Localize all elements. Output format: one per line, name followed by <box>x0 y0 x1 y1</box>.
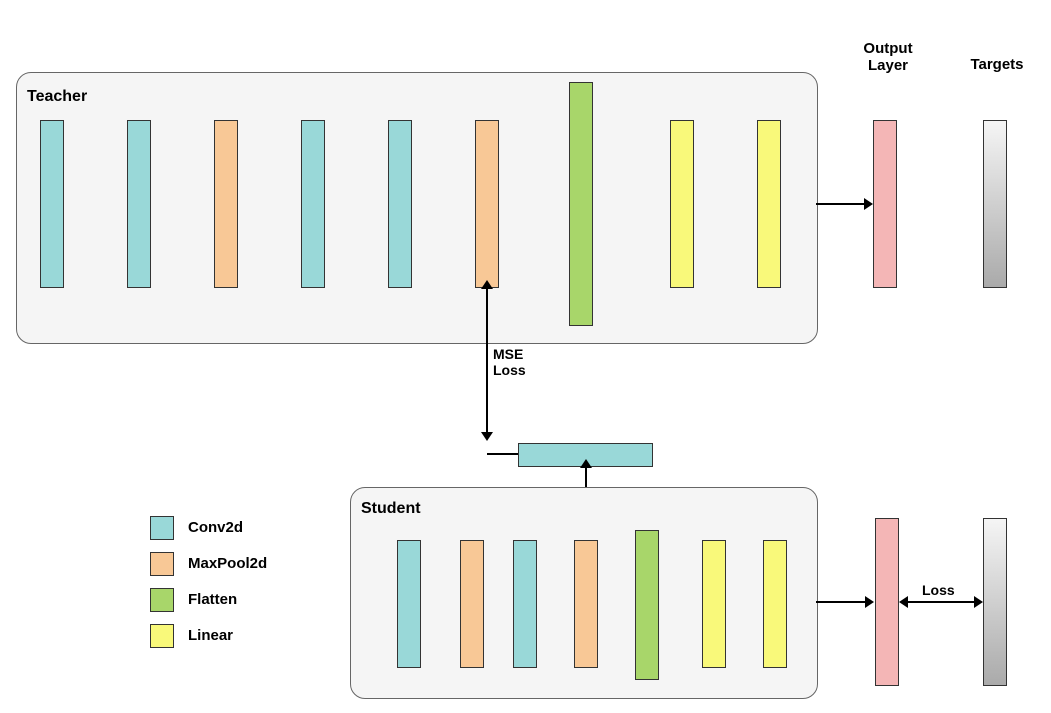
student-layer-conv2d <box>513 540 537 668</box>
teacher-layer-conv2d <box>40 120 64 288</box>
teacher-layer-conv2d <box>301 120 325 288</box>
arrow-head-left-icon <box>899 596 908 608</box>
targets-header: Targets <box>962 56 1032 73</box>
loss-label: Loss <box>920 582 957 598</box>
legend-flatten-swatch <box>150 588 174 612</box>
mse-line-horizontal <box>487 453 518 455</box>
legend-flatten-label: Flatten <box>188 591 237 608</box>
legend-conv2d-swatch <box>150 516 174 540</box>
arrow-head-up-icon <box>580 459 592 468</box>
arrow-head-down-icon <box>481 432 493 441</box>
legend-maxpool2d-label: MaxPool2d <box>188 555 267 572</box>
teacher-layer-linear <box>670 120 694 288</box>
teacher-output-layer <box>873 120 897 288</box>
teacher-layer-flatten <box>569 82 593 326</box>
arrow-head-right-icon <box>974 596 983 608</box>
student-title: Student <box>361 500 421 518</box>
legend-linear-label: Linear <box>188 627 233 644</box>
arrow-head-right-icon <box>865 596 874 608</box>
student-layer-linear <box>763 540 787 668</box>
student-targets <box>983 518 1007 686</box>
teacher-layer-linear <box>757 120 781 288</box>
student-layer-flatten <box>635 530 659 680</box>
arrow-head-up-icon <box>481 280 493 289</box>
student-layer-maxpool2d <box>460 540 484 668</box>
output-layer-header: Output Layer <box>853 40 923 74</box>
loss-line <box>908 601 974 603</box>
arrow-student-output <box>816 601 866 603</box>
student-layer-linear <box>702 540 726 668</box>
legend-maxpool2d-swatch <box>150 552 174 576</box>
teacher-layer-maxpool2d <box>214 120 238 288</box>
teacher-layer-conv2d <box>127 120 151 288</box>
legend-linear-swatch <box>150 624 174 648</box>
teacher-title: Teacher <box>27 88 87 106</box>
arrow-teacher-output <box>816 203 865 205</box>
teacher-layer-maxpool2d <box>475 120 499 288</box>
mse-loss-label: MSE Loss <box>493 346 526 378</box>
teacher-layer-conv2d <box>388 120 412 288</box>
student-output-layer <box>875 518 899 686</box>
mse-line-vertical <box>486 288 488 433</box>
student-layer-conv2d <box>397 540 421 668</box>
legend-conv2d-label: Conv2d <box>188 519 243 536</box>
student-layer-maxpool2d <box>574 540 598 668</box>
arrow-head-right-icon <box>864 198 873 210</box>
teacher-targets <box>983 120 1007 288</box>
